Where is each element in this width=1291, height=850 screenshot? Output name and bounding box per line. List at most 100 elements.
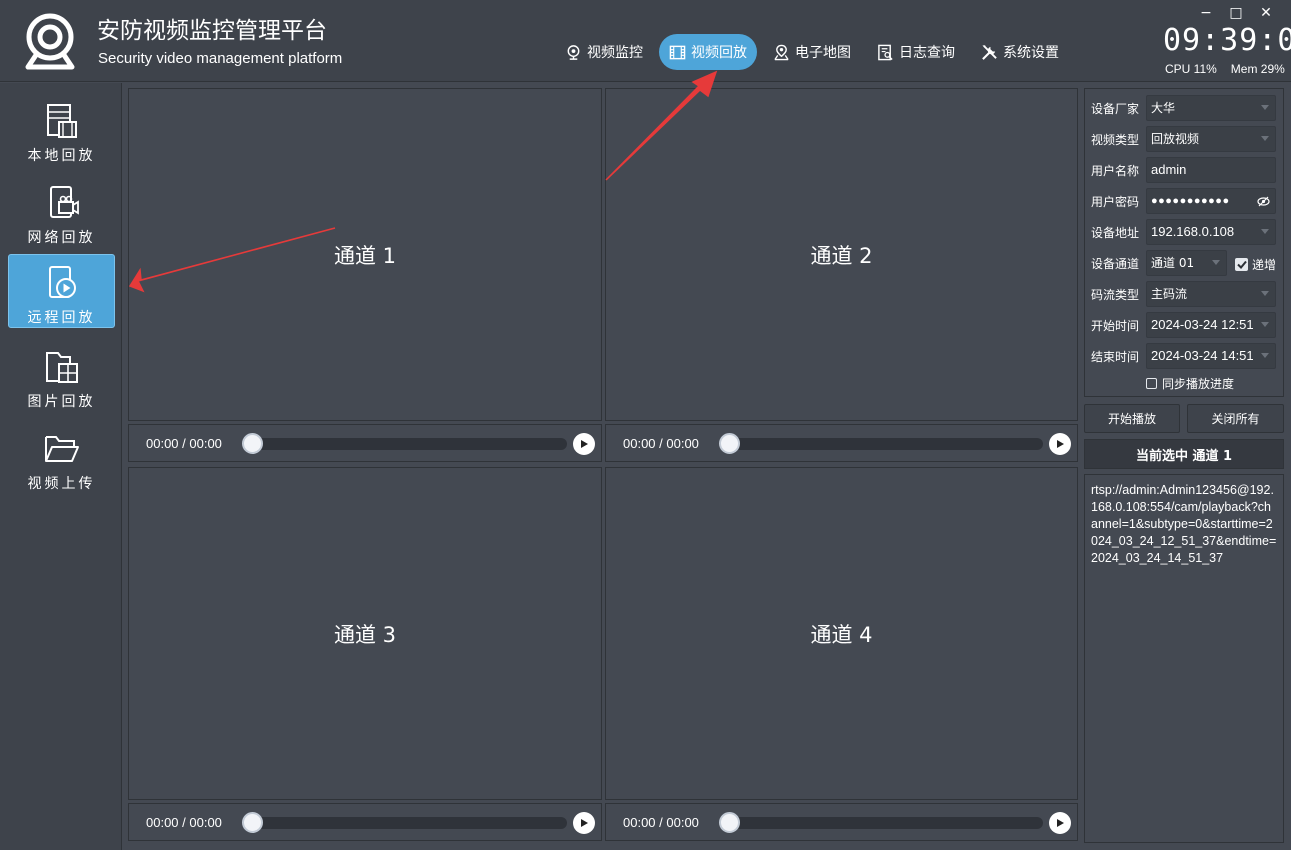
chevron-down-icon: [1261, 291, 1269, 296]
nav-log-query[interactable]: 日志查询: [867, 34, 965, 70]
username-row: 用户名称: [1091, 157, 1146, 183]
chevron-down-icon: [1261, 353, 1269, 358]
nav-label: 视频监控: [587, 45, 643, 61]
chevron-down-icon: [1261, 229, 1269, 234]
app-window: 安防视频监控管理平台 Security video management pla…: [0, 0, 1291, 850]
increment-label: 递增: [1252, 258, 1277, 272]
nav-e-map[interactable]: 电子地图: [763, 34, 861, 70]
play-icon: [581, 440, 588, 448]
end-time-row: 结束时间: [1091, 343, 1146, 369]
minimize-button[interactable]: −: [1191, 4, 1221, 22]
nav-video-playback[interactable]: 视频回放: [659, 34, 757, 70]
chevron-down-icon: [1261, 105, 1269, 110]
progress-track[interactable]: [246, 817, 567, 829]
channel-label: 通道 4: [810, 622, 873, 647]
maximize-button[interactable]: □: [1221, 4, 1251, 22]
address-row: 设备地址: [1091, 219, 1146, 245]
end-time-value: 2024-03-24 14:51: [1151, 348, 1254, 363]
nav-video-monitor[interactable]: 视频监控: [555, 34, 653, 70]
vendor-select[interactable]: 大华: [1146, 95, 1276, 121]
sidebar-item-image-playback[interactable]: 图片回放: [8, 339, 115, 413]
end-time-picker[interactable]: 2024-03-24 14:51: [1146, 343, 1276, 369]
nav-label: 电子地图: [795, 45, 851, 61]
video-type-row: 视频类型: [1091, 126, 1146, 152]
chevron-down-icon: [1261, 322, 1269, 327]
play-button[interactable]: [1049, 812, 1071, 834]
address-value: 192.168.0.108: [1151, 224, 1235, 239]
progress-handle[interactable]: [719, 812, 740, 833]
nav-label: 系统设置: [1003, 45, 1059, 61]
channel-label: 设备通道: [1091, 256, 1140, 271]
window-controls: − □ ✕: [1191, 4, 1281, 22]
main-nav: 视频监控 视频回放 电子地图 日志查询 系统设置: [555, 34, 1075, 70]
device-settings-panel: 设备厂家 大华 视频类型 回放视频 用户名称 admin 用户密码 ●●●●●●…: [1084, 88, 1284, 397]
checkbox-unchecked-icon: [1146, 378, 1157, 389]
progress-handle[interactable]: [242, 433, 263, 454]
start-playback-button[interactable]: 开始播放: [1084, 404, 1180, 433]
close-all-button[interactable]: 关闭所有: [1187, 404, 1284, 433]
stream-type-label: 码流类型: [1091, 287, 1140, 302]
system-info: CPU 11% Mem 29%: [1165, 62, 1285, 76]
video-channel-1[interactable]: 通道 1: [128, 88, 602, 421]
progress-handle[interactable]: [242, 812, 263, 833]
video-type-value: 回放视频: [1151, 132, 1200, 146]
sidebar-item-video-upload[interactable]: 视频上传: [8, 421, 115, 495]
password-row: 用户密码: [1091, 188, 1146, 214]
progress-track[interactable]: [723, 817, 1043, 829]
chevron-down-icon: [1212, 260, 1220, 265]
play-button[interactable]: [1049, 433, 1071, 455]
player-bar-4: 00:00 / 00:00: [605, 803, 1078, 841]
video-type-label: 视频类型: [1091, 132, 1140, 147]
channel-select[interactable]: 通道 01: [1146, 250, 1227, 276]
eye-icon[interactable]: [1257, 196, 1270, 207]
stream-url-display: rtsp://admin:Admin123456@192.168.0.108:5…: [1084, 474, 1284, 843]
close-button[interactable]: ✕: [1251, 4, 1281, 22]
sync-progress-label: 同步播放进度: [1162, 377, 1235, 391]
play-icon: [581, 819, 588, 827]
mem-usage: Mem 29%: [1230, 62, 1285, 76]
video-type-select[interactable]: 回放视频: [1146, 126, 1276, 152]
checkbox-checked-icon: [1235, 258, 1248, 271]
username-input[interactable]: admin: [1146, 157, 1276, 183]
stream-type-select[interactable]: 主码流: [1146, 281, 1276, 307]
time-display: 00:00 / 00:00: [623, 815, 699, 830]
address-label: 设备地址: [1091, 225, 1140, 240]
sidebar-item-label: 图片回放: [27, 394, 96, 410]
sidebar: 本地回放 网络回放 远程回放 图片回放 视频上传: [0, 83, 122, 850]
username-label: 用户名称: [1091, 163, 1140, 178]
progress-track[interactable]: [246, 438, 567, 450]
vendor-label: 设备厂家: [1091, 101, 1140, 116]
sidebar-item-network-playback[interactable]: 网络回放: [8, 175, 115, 249]
play-icon: [1057, 440, 1064, 448]
progress-handle[interactable]: [719, 433, 740, 454]
increment-checkbox[interactable]: 递增: [1235, 256, 1276, 273]
video-channel-2[interactable]: 通道 2: [605, 88, 1078, 421]
play-icon: [1057, 819, 1064, 827]
sidebar-item-label: 视频上传: [27, 476, 96, 492]
password-label: 用户密码: [1091, 194, 1140, 209]
nav-system-settings[interactable]: 系统设置: [971, 34, 1069, 70]
sync-progress-checkbox[interactable]: 同步播放进度: [1146, 375, 1234, 392]
vendor-value: 大华: [1151, 101, 1176, 115]
sidebar-item-local-playback[interactable]: 本地回放: [8, 93, 115, 167]
video-channel-4[interactable]: 通道 4: [605, 467, 1078, 800]
progress-track[interactable]: [723, 438, 1043, 450]
channel-row: 设备通道: [1091, 250, 1146, 276]
start-time-value: 2024-03-24 12:51: [1151, 317, 1254, 332]
tools-icon: [982, 44, 997, 60]
sidebar-item-remote-playback[interactable]: 远程回放: [8, 254, 115, 328]
password-input[interactable]: ●●●●●●●●●●●: [1146, 188, 1276, 214]
play-button[interactable]: [573, 433, 595, 455]
video-channel-3[interactable]: 通道 3: [128, 467, 602, 800]
nav-label: 视频回放: [691, 45, 747, 61]
start-time-picker[interactable]: 2024-03-24 12:51: [1146, 312, 1276, 338]
cpu-usage: CPU 11%: [1165, 62, 1217, 76]
address-select[interactable]: 192.168.0.108: [1146, 219, 1276, 245]
password-value: ●●●●●●●●●●●: [1151, 195, 1230, 207]
channel-label: 通道 1: [333, 243, 397, 268]
play-button[interactable]: [573, 812, 595, 834]
chevron-down-icon: [1261, 136, 1269, 141]
film-icon: [669, 45, 686, 59]
nav-label: 日志查询: [899, 45, 955, 61]
stream-type-value: 主码流: [1151, 287, 1188, 301]
